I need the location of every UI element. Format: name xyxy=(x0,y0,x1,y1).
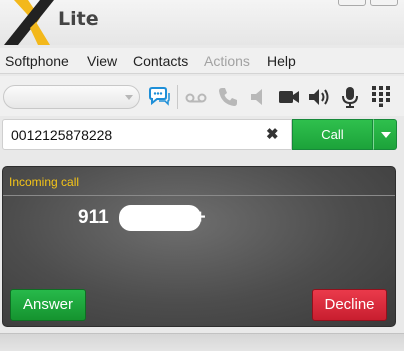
status-bar xyxy=(0,333,404,351)
dialpad-icon[interactable] xyxy=(370,85,392,107)
app-title: Lite xyxy=(58,8,99,30)
menu-bar: Softphone View Contacts Actions Help xyxy=(0,48,404,74)
divider xyxy=(3,195,395,196)
minimize-button[interactable] xyxy=(338,0,366,6)
microphone-icon[interactable] xyxy=(339,85,361,109)
chevron-down-icon xyxy=(381,132,391,138)
title-bar: Lite xyxy=(0,0,404,45)
menu-help[interactable]: Help xyxy=(267,53,296,69)
menu-actions: Actions xyxy=(204,53,250,69)
app-logo-icon xyxy=(4,0,54,45)
close-button[interactable] xyxy=(370,0,398,6)
toolbar xyxy=(0,76,404,116)
clear-number-button[interactable]: ✖ xyxy=(266,125,279,143)
status-dropdown[interactable] xyxy=(3,85,140,109)
chat-icon[interactable] xyxy=(147,85,171,109)
chevron-down-icon xyxy=(125,95,133,100)
incoming-call-panel: Incoming call 911+ Answer Decline xyxy=(2,166,396,327)
phone-icon[interactable] xyxy=(216,85,240,109)
volume-icon[interactable] xyxy=(307,85,333,109)
speaker-mute-icon[interactable] xyxy=(247,85,271,109)
menu-view[interactable]: View xyxy=(87,53,117,69)
decline-button[interactable]: Decline xyxy=(312,289,387,321)
call-button[interactable]: Call xyxy=(292,119,373,150)
toolbar-separator xyxy=(177,85,178,109)
video-icon[interactable] xyxy=(277,85,301,109)
answer-button[interactable]: Answer xyxy=(10,289,86,321)
menu-contacts[interactable]: Contacts xyxy=(133,53,188,69)
dial-number-input[interactable] xyxy=(2,119,292,150)
call-options-dropdown[interactable] xyxy=(373,119,397,150)
menu-softphone[interactable]: Softphone xyxy=(5,53,69,69)
incoming-call-title: Incoming call xyxy=(9,175,80,189)
voicemail-icon[interactable] xyxy=(184,85,208,109)
redaction-mark xyxy=(119,205,201,231)
